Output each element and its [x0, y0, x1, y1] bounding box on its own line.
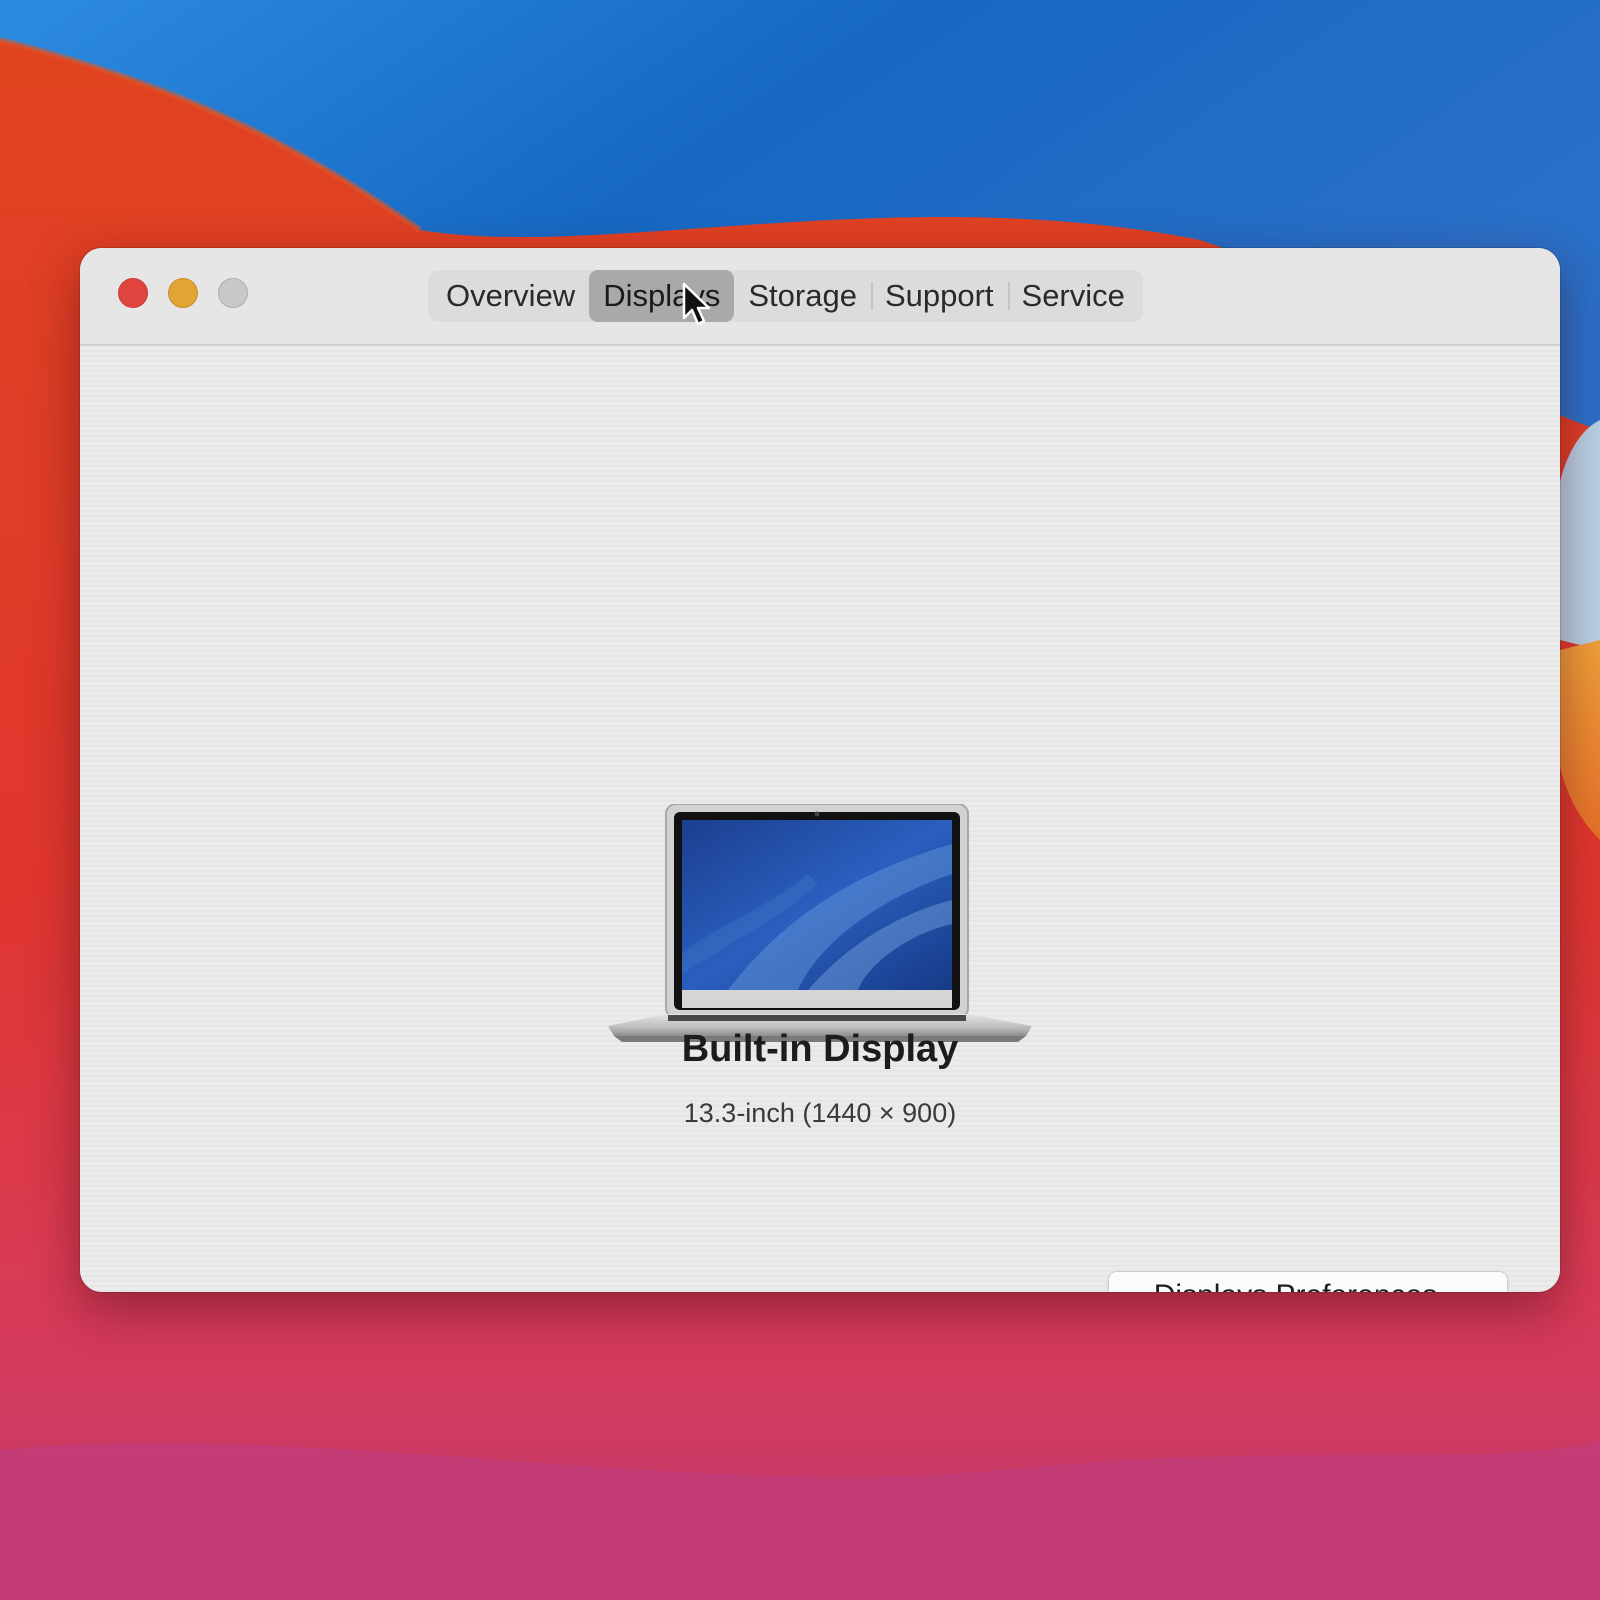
tab-service[interactable]: Service [1007, 270, 1139, 322]
minimize-button[interactable] [168, 278, 198, 308]
displays-panel: Built-in Display 13.3-inch (1440 × 900) … [80, 346, 1560, 1292]
zoom-button[interactable] [218, 278, 248, 308]
tab-overview[interactable]: Overview [432, 270, 589, 322]
mouse-pointer-icon [682, 282, 711, 326]
tab-bar: Overview Displays Storage Support Servic… [428, 270, 1143, 322]
display-name: Built-in Display [681, 1028, 959, 1070]
desktop: Overview Displays Storage Support Servic… [0, 0, 1600, 1600]
tab-support[interactable]: Support [870, 270, 1008, 322]
tab-displays[interactable]: Displays [589, 270, 735, 322]
displays-preferences-button[interactable]: Displays Preferences... [1108, 1271, 1508, 1292]
laptop-icon [608, 804, 1032, 1042]
about-this-mac-window: Overview Displays Storage Support Servic… [80, 248, 1560, 1292]
display-spec: 13.3-inch (1440 × 900) [683, 1098, 957, 1128]
titlebar: Overview Displays Storage Support Servic… [80, 248, 1560, 346]
close-button[interactable] [118, 278, 148, 308]
tab-storage[interactable]: Storage [734, 270, 871, 322]
